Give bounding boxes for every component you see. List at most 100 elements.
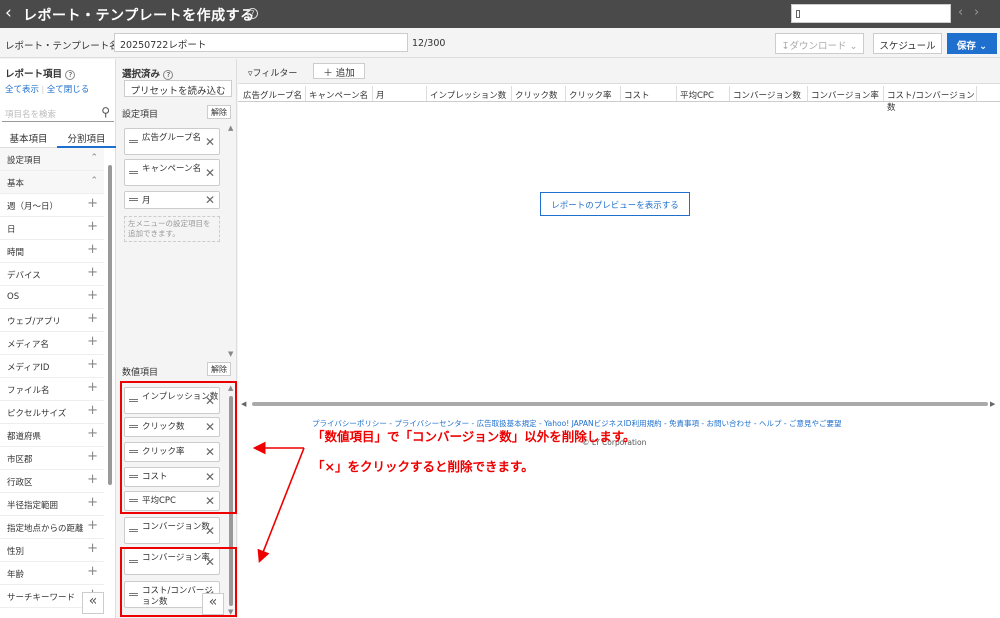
close-icon[interactable]: ✕ [205,135,215,149]
plus-icon[interactable]: + [87,449,98,464]
left-item[interactable]: ウェブ/アプリ + [0,309,104,332]
template-name-label: レポート・テンプレート名 [5,41,119,52]
annotation-box-bottom [120,547,237,617]
close-icon[interactable]: ✕ [205,524,215,538]
left-item[interactable]: 市区郡 + [0,447,104,470]
column-header[interactable]: インプレッション数 [428,86,512,102]
left-item[interactable]: デバイス + [0,263,104,286]
help-icon[interactable]: ? [163,70,174,80]
column-header[interactable]: コスト/コンバージョン数 [885,86,977,113]
help-icon[interactable]: ? [65,70,76,80]
report-items-title: レポート項目 ? [5,66,76,80]
plus-icon[interactable]: + [87,518,98,533]
drag-handle-icon[interactable] [129,198,138,201]
account-icon [796,10,800,18]
left-item[interactable]: 指定地点からの距離 + [0,516,104,539]
left-item[interactable]: メディアID + [0,355,104,378]
help-icon[interactable]: ? [247,8,258,19]
setting-clear-button[interactable]: 解除 [207,105,231,119]
download-button[interactable]: ↧ダウンロード ⌄ [775,33,864,54]
plus-icon[interactable]: + [87,288,98,303]
plus-icon[interactable]: + [87,196,98,211]
scroll-left-icon[interactable]: ◀ [241,400,246,408]
left-item[interactable]: OS + [0,286,104,309]
plus-icon[interactable]: + [87,426,98,441]
show-preview-button[interactable]: レポートのプレビューを表示する [540,192,690,216]
plus-icon[interactable]: + [87,242,98,257]
left-item[interactable]: 都道府県 + [0,424,104,447]
close-icon[interactable]: ✕ [205,193,215,207]
collapse-left-icon[interactable]: « [82,592,104,614]
drag-handle-icon[interactable] [129,139,138,143]
drag-handle-icon[interactable] [129,528,138,532]
plus-icon[interactable]: + [87,265,98,280]
show-all-link[interactable]: 全て表示 [5,85,39,95]
column-header[interactable]: コスト [622,86,677,102]
annotation-text-2: 「×」をクリックすると削除できます。 [312,459,534,474]
column-header[interactable]: コンバージョン数 [731,86,808,102]
template-name-input[interactable]: 20250722レポート [114,33,408,52]
search-icon[interactable]: ⚲ [101,105,110,119]
column-header[interactable]: 広告グループ名 [241,86,306,102]
plus-icon[interactable]: + [87,564,98,579]
selected-chip[interactable]: 広告グループ名 ✕ [124,128,220,155]
plus-icon[interactable]: + [87,380,98,395]
column-header[interactable]: コンバージョン率 [809,86,884,102]
plus-icon[interactable]: + [87,541,98,556]
left-item[interactable]: 半径指定範囲 + [0,493,104,516]
selected-chip[interactable]: キャンペーン名 ✕ [124,159,220,186]
left-item[interactable]: メディア名 + [0,332,104,355]
left-item[interactable]: 設定項目 ⌃ [0,148,104,171]
tab-segment-items[interactable]: 分割項目 [57,126,116,148]
chevron-up-icon[interactable]: ⌃ [90,153,98,163]
scroll-up-icon[interactable]: ▲ [228,124,233,132]
left-item[interactable]: 行政区 + [0,470,104,493]
selected-chip[interactable]: 月 ✕ [124,191,220,209]
numeric-clear-button[interactable]: 解除 [207,362,231,376]
plus-icon[interactable]: + [87,334,98,349]
close-all-link[interactable]: 全て閉じる [47,85,90,95]
left-item[interactable]: 日 + [0,217,104,240]
schedule-button[interactable]: スケジュール [873,33,942,54]
drag-handle-icon[interactable] [129,170,138,174]
left-item[interactable]: ピクセルサイズ + [0,401,104,424]
left-item[interactable]: 週（月〜日） + [0,194,104,217]
back-chevron-icon[interactable]: ‹ [5,3,12,23]
left-item[interactable]: 基本 ⌃ [0,171,104,194]
plus-icon[interactable]: + [87,219,98,234]
tab-basic-items[interactable]: 基本項目 [0,126,57,148]
plus-icon[interactable]: + [87,472,98,487]
column-header[interactable]: 月 [374,86,427,102]
left-item[interactable]: 時間 + [0,240,104,263]
left-item[interactable]: ファイル名 + [0,378,104,401]
add-filter-button[interactable]: ＋ 追加 [313,63,365,79]
prev-arrow-icon[interactable]: ‹ [958,5,963,20]
plus-icon[interactable]: + [87,311,98,326]
plus-icon[interactable]: + [87,495,98,510]
column-header[interactable]: 平均CPC [678,86,730,102]
close-icon[interactable]: ✕ [205,166,215,180]
save-button[interactable]: 保存 ⌄ [947,33,997,54]
column-header[interactable]: クリック数 [513,86,566,102]
setting-drop-hint: 左メニューの設定項目を追加できます。 [124,216,220,242]
left-item[interactable]: 年齢 + [0,562,104,585]
chevron-up-icon[interactable]: ⌃ [90,176,98,186]
left-item[interactable]: 性別 + [0,539,104,562]
account-selector[interactable] [791,4,951,23]
plus-icon[interactable]: + [87,357,98,372]
column-header[interactable]: クリック率 [567,86,621,102]
setting-items-title: 設定項目 [122,110,159,120]
scroll-down-icon[interactable]: ▼ [228,350,233,358]
numeric-items-title: 数値項目 [122,368,159,378]
column-header[interactable]: キャンペーン名 [307,86,373,102]
load-preset-button[interactable]: プリセットを読み込む [124,80,232,97]
selected-chip[interactable]: コンバージョン数 ✕ [124,517,220,544]
report-preview-area [238,59,1000,618]
left-scrollbar[interactable] [108,165,112,485]
filter-button[interactable]: ▿フィルター [248,66,297,79]
horizontal-scrollbar[interactable] [252,402,988,406]
item-search-input[interactable]: 項目名を検索 ⚲ [2,104,114,122]
next-arrow-icon[interactable]: › [974,5,979,20]
plus-icon[interactable]: + [87,403,98,418]
scroll-right-icon[interactable]: ▶ [990,400,995,408]
